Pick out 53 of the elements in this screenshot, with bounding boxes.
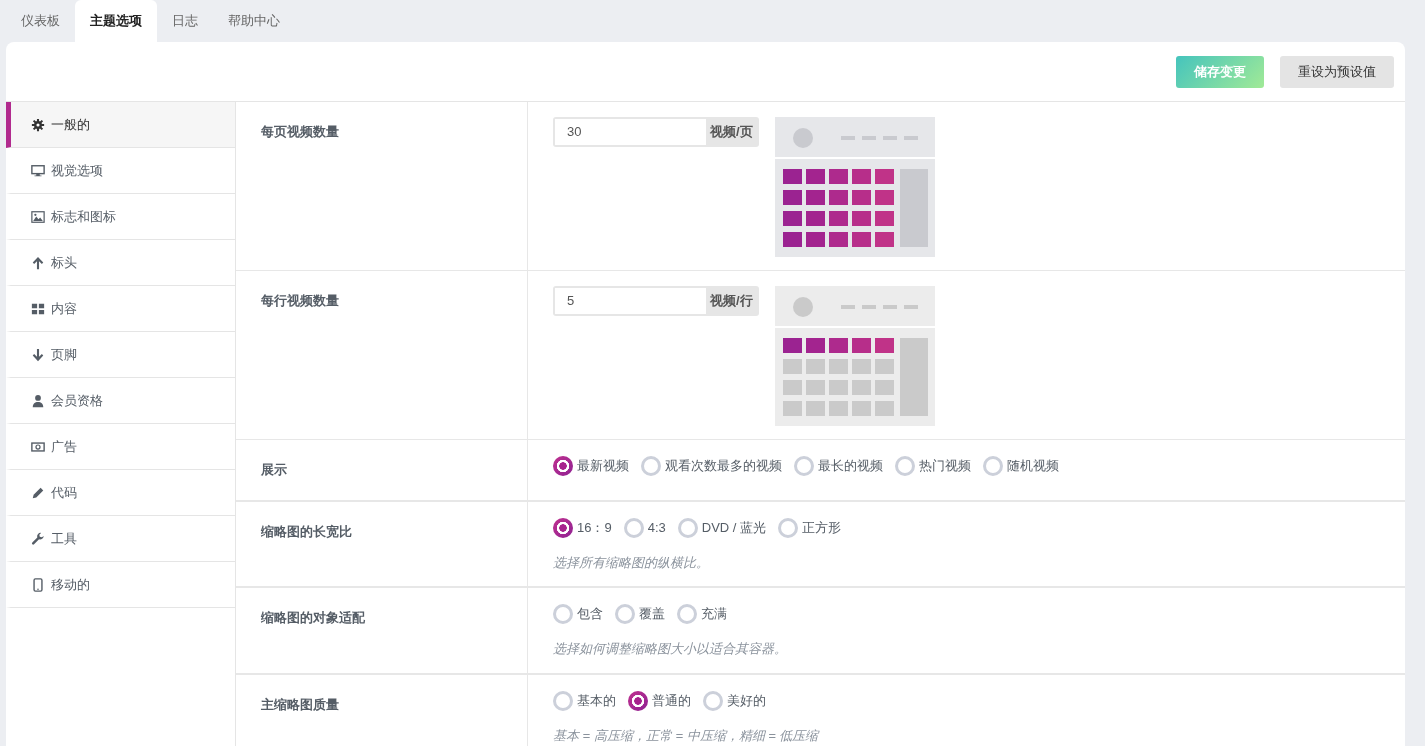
tab[interactable]: 帮助中心 bbox=[213, 0, 295, 42]
radio-option[interactable]: 基本的 bbox=[553, 689, 616, 712]
wrench-icon bbox=[31, 531, 45, 546]
image-icon bbox=[31, 209, 45, 224]
setting-label: 主缩略图质量 bbox=[236, 674, 528, 746]
number-field[interactable]: 30 视频/页 bbox=[553, 117, 759, 147]
pencil-icon bbox=[31, 485, 45, 500]
sidebar-item[interactable]: 一般的 bbox=[6, 102, 235, 148]
radio-option[interactable]: 热门视频 bbox=[895, 455, 971, 477]
radio-option[interactable]: 充满 bbox=[677, 603, 727, 625]
radio-option[interactable]: 正方形 bbox=[778, 516, 842, 539]
setting-label: 展示 bbox=[236, 440, 528, 500]
sidebar-item[interactable]: 移动的 bbox=[6, 562, 235, 608]
sidebar-item[interactable]: 内容 bbox=[6, 286, 235, 332]
radio-option[interactable]: 包含 bbox=[553, 603, 603, 625]
arrow-up-icon bbox=[31, 255, 45, 270]
tab[interactable]: 主题选项 bbox=[75, 0, 157, 42]
reset-button[interactable]: 重设为预设值 bbox=[1280, 55, 1394, 88]
radio-option[interactable]: 16：9 bbox=[553, 516, 612, 539]
number-field[interactable]: 5 视频/行 bbox=[553, 286, 759, 316]
setting-label: 每行视频数量 bbox=[236, 271, 528, 439]
radio-option[interactable]: 覆盖 bbox=[615, 603, 665, 625]
sidebar-item[interactable]: 广告 bbox=[6, 424, 235, 470]
tab[interactable]: 仪表板 bbox=[6, 0, 75, 42]
grid-icon bbox=[31, 301, 45, 316]
setting-label: 缩略图的对象适配 bbox=[236, 588, 528, 673]
radio-option[interactable]: 最长的视频 bbox=[794, 455, 883, 477]
sidebar-item[interactable]: 视觉选项 bbox=[6, 148, 235, 194]
hint-text: 选择所有缩略图的纵横比。 bbox=[553, 553, 710, 572]
hint-text: 基本 = 高压缩，正常 = 中压缩，精细 = 低压缩 bbox=[553, 726, 821, 745]
radio-option[interactable]: 美好的 bbox=[703, 689, 766, 712]
gear-icon bbox=[31, 117, 45, 132]
radio-option[interactable]: 随机视频 bbox=[983, 455, 1059, 477]
setting-label: 缩略图的长宽比 bbox=[236, 501, 528, 586]
sidebar-item[interactable]: 标头 bbox=[6, 240, 235, 286]
radio-option[interactable]: DVD / 蓝光 bbox=[677, 516, 767, 539]
hint-text: 选择如何调整缩略图大小以适合其容器。 bbox=[553, 640, 788, 658]
phone-icon bbox=[31, 577, 45, 592]
radio-option[interactable]: 最新视频 bbox=[553, 455, 629, 477]
radio-option[interactable]: 4:3 bbox=[623, 516, 666, 539]
user-icon bbox=[31, 393, 45, 408]
monitor-icon bbox=[31, 163, 45, 178]
sidebar-item[interactable]: 标志和图标 bbox=[6, 194, 235, 240]
radio-option[interactable]: 普通的 bbox=[628, 689, 691, 712]
setting-label: 每页视频数量 bbox=[236, 102, 528, 270]
radio-option[interactable]: 观看次数最多的视频 bbox=[641, 455, 782, 477]
banknote-icon bbox=[31, 439, 45, 454]
sidebar-item[interactable]: 页脚 bbox=[6, 332, 235, 378]
arrow-down-icon bbox=[31, 347, 45, 362]
tab[interactable]: 日志 bbox=[157, 0, 213, 42]
sidebar-item[interactable]: 工具 bbox=[6, 516, 235, 562]
sidebar-item[interactable]: 代码 bbox=[6, 470, 235, 516]
sidebar-item[interactable]: 会员资格 bbox=[6, 378, 235, 424]
